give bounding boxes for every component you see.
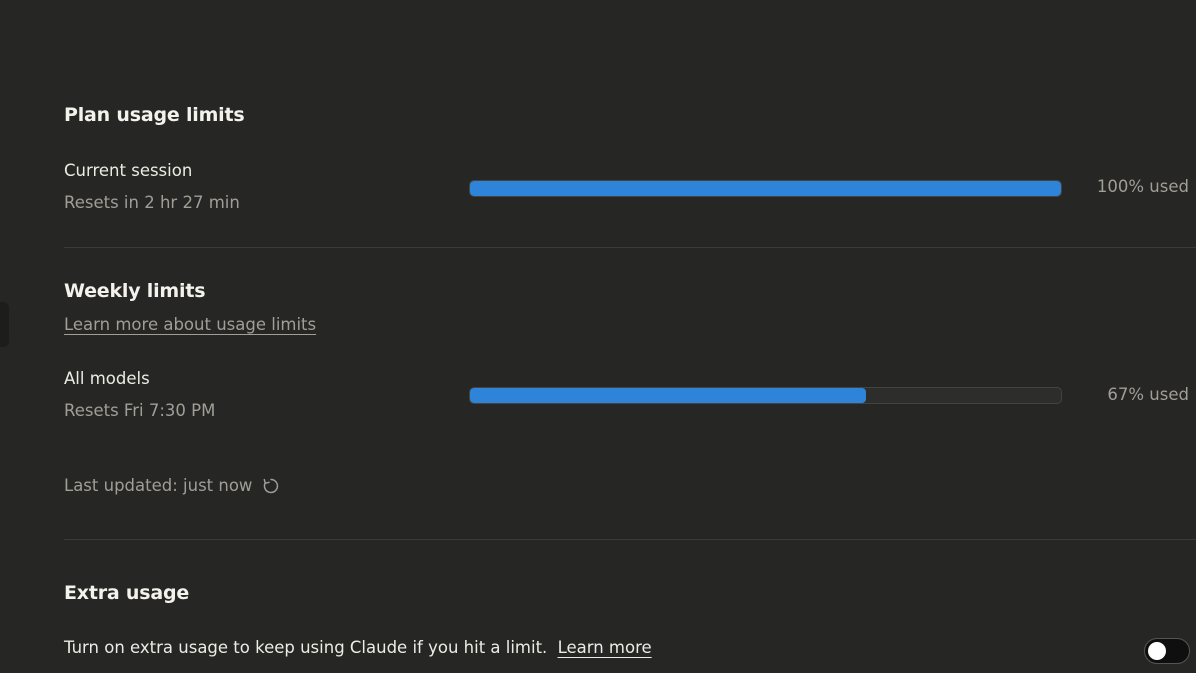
last-updated-row: Last updated: just now	[64, 476, 280, 495]
toggle-knob	[1148, 642, 1166, 660]
all-models-progress-fill	[470, 388, 866, 403]
last-updated-text: Last updated: just now	[64, 476, 253, 495]
current-session-label: Current session	[64, 161, 193, 180]
extra-usage-title: Extra usage	[64, 582, 190, 604]
all-models-progress-bar	[469, 387, 1062, 404]
weekly-limits-title: Weekly limits	[64, 280, 206, 302]
current-session-resets: Resets in 2 hr 27 min	[64, 193, 240, 212]
usage-settings-page: Plan usage limits Current session Resets…	[0, 0, 1196, 673]
all-models-percent: 67% used	[1107, 385, 1189, 404]
all-models-label: All models	[64, 369, 150, 388]
current-session-percent: 100% used	[1096, 177, 1189, 196]
current-session-progress-bar	[469, 180, 1062, 197]
learn-more-usage-limits-link[interactable]: Learn more about usage limits	[64, 315, 316, 334]
extra-usage-description: Turn on extra usage to keep using Claude…	[64, 638, 548, 657]
current-session-progress-fill	[470, 181, 1061, 196]
extra-usage-description-row: Turn on extra usage to keep using Claude…	[64, 638, 652, 657]
divider	[64, 247, 1196, 248]
sidebar-edge-tab[interactable]	[0, 302, 9, 347]
extra-usage-toggle[interactable]	[1144, 638, 1190, 664]
plan-usage-title: Plan usage limits	[64, 104, 245, 126]
divider	[64, 539, 1196, 540]
all-models-resets: Resets Fri 7:30 PM	[64, 401, 216, 420]
refresh-icon[interactable]	[262, 477, 280, 495]
extra-usage-learn-more-link[interactable]: Learn more	[558, 638, 652, 657]
